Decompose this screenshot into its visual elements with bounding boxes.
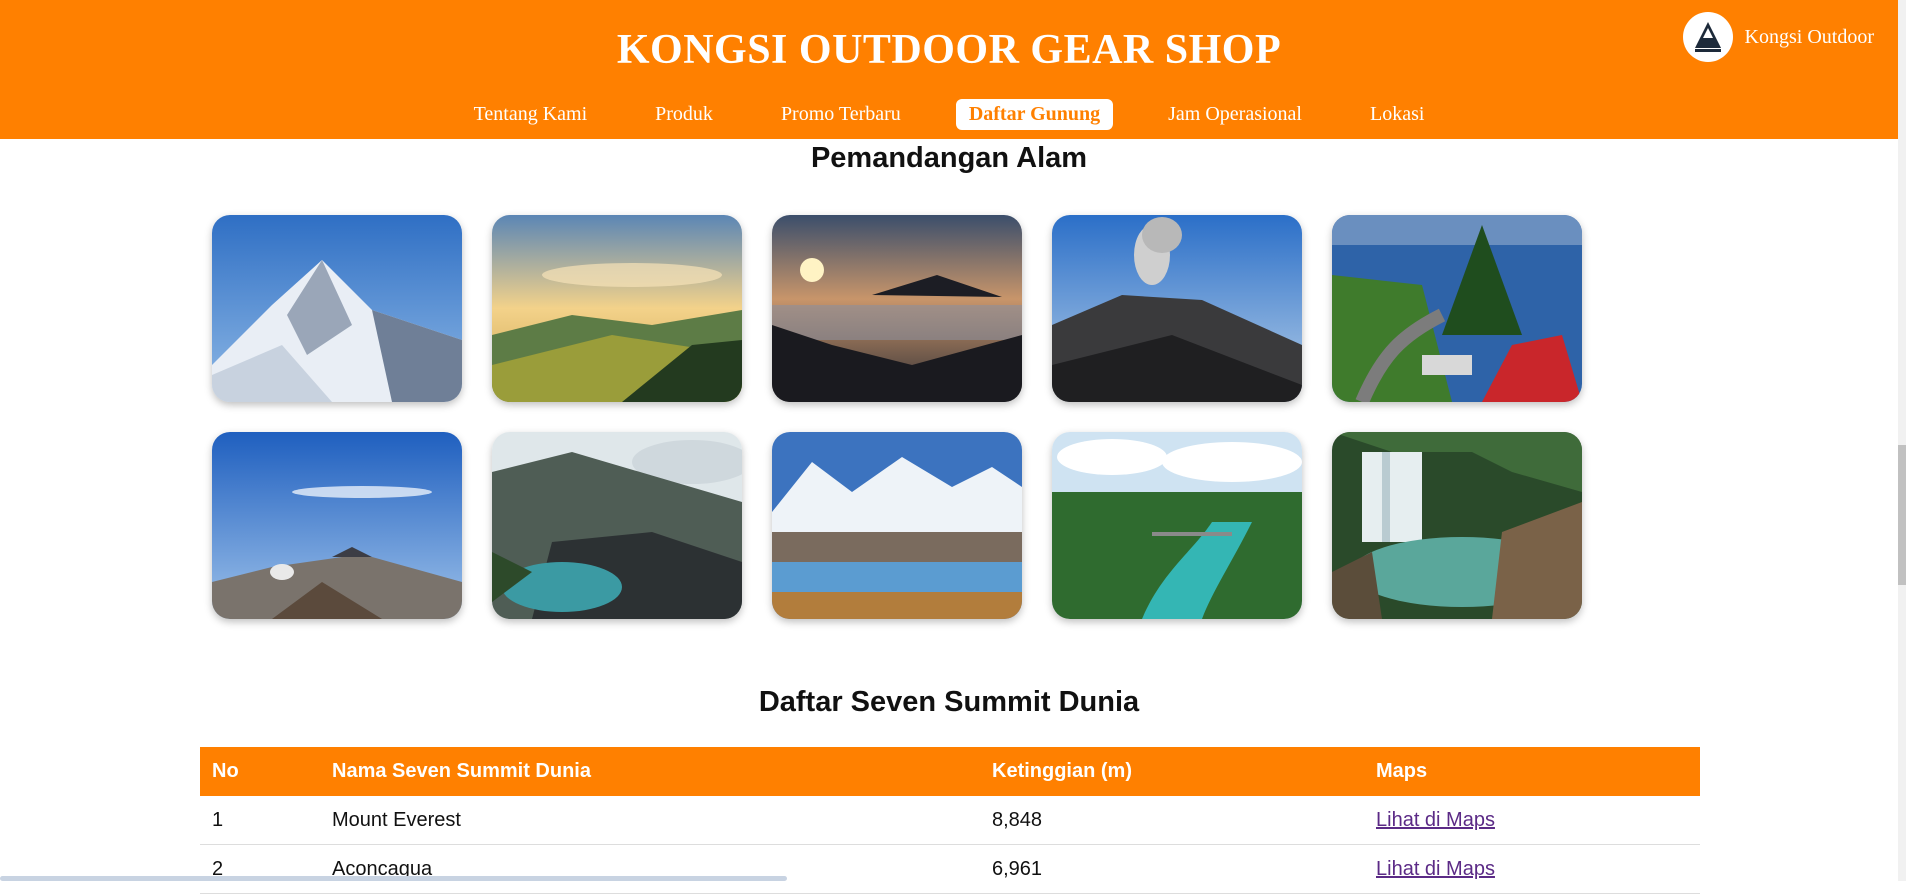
snow-range-lake-photo bbox=[772, 432, 1022, 619]
volcano-smoke-photo bbox=[1052, 215, 1302, 402]
waterfall-photo bbox=[1332, 432, 1582, 619]
scrollbar-thumb[interactable] bbox=[1898, 445, 1906, 585]
nav-promo-terbaru[interactable]: Promo Terbaru bbox=[768, 99, 914, 130]
col-maps: Maps bbox=[1364, 747, 1700, 796]
nav-lokasi[interactable]: Lokasi bbox=[1357, 99, 1437, 130]
row-no: 1 bbox=[200, 796, 320, 845]
row-name: Mount Everest bbox=[320, 796, 980, 845]
table-row: 2 Aconcagua 6,961 Lihat di Maps bbox=[200, 844, 1700, 894]
brand[interactable]: Kongsi Outdoor bbox=[1682, 12, 1874, 62]
maps-link[interactable]: Lihat di Maps bbox=[1376, 809, 1495, 831]
nav-tentang-kami[interactable]: Tentang Kami bbox=[461, 99, 601, 130]
maps-link[interactable]: Lihat di Maps bbox=[1376, 858, 1495, 880]
table-header-row: No Nama Seven Summit Dunia Ketinggian (m… bbox=[200, 747, 1700, 796]
tropical-river-photo bbox=[1052, 432, 1302, 619]
col-height: Ketinggian (m) bbox=[980, 747, 1364, 796]
nav-daftar-gunung[interactable]: Daftar Gunung bbox=[955, 99, 1114, 130]
horizontal-scrollbar[interactable] bbox=[0, 876, 787, 881]
nav-produk[interactable]: Produk bbox=[642, 99, 726, 130]
crater-lake-photo bbox=[492, 432, 742, 619]
summits-title: Daftar Seven Summit Dunia bbox=[758, 686, 1140, 718]
col-name: Nama Seven Summit Dunia bbox=[320, 747, 980, 796]
site-title: KONGSI OUTDOOR GEAR SHOP bbox=[616, 27, 1282, 73]
seven-summits-table: No Nama Seven Summit Dunia Ketinggian (m… bbox=[200, 747, 1700, 894]
sunset-mountain-photo bbox=[772, 215, 1022, 402]
main-nav: Tentang Kami Produk Promo Terbaru Daftar… bbox=[0, 99, 1898, 130]
row-name: Aconcagua bbox=[320, 844, 980, 894]
snowy-peak-photo bbox=[212, 215, 462, 402]
site-header: KONGSI OUTDOOR GEAR SHOP Kongsi Outdoor … bbox=[0, 0, 1898, 139]
lake-road-photo bbox=[1332, 215, 1582, 402]
mountain-logo-icon bbox=[1682, 12, 1733, 62]
table-row: 1 Mount Everest 8,848 Lihat di Maps bbox=[200, 796, 1700, 845]
vertical-scrollbar[interactable] bbox=[1898, 0, 1906, 881]
photo-gallery bbox=[212, 215, 1592, 619]
row-no: 2 bbox=[200, 844, 320, 894]
nav-jam-operasional[interactable]: Jam Operasional bbox=[1155, 99, 1315, 130]
bromo-photo bbox=[212, 432, 462, 619]
col-no: No bbox=[200, 747, 320, 796]
row-height: 8,848 bbox=[980, 796, 1364, 845]
gallery-title: Pemandangan Alam bbox=[810, 142, 1088, 174]
brand-name: Kongsi Outdoor bbox=[1744, 25, 1874, 48]
sunrise-hills-photo bbox=[492, 215, 742, 402]
row-height: 6,961 bbox=[980, 844, 1364, 894]
